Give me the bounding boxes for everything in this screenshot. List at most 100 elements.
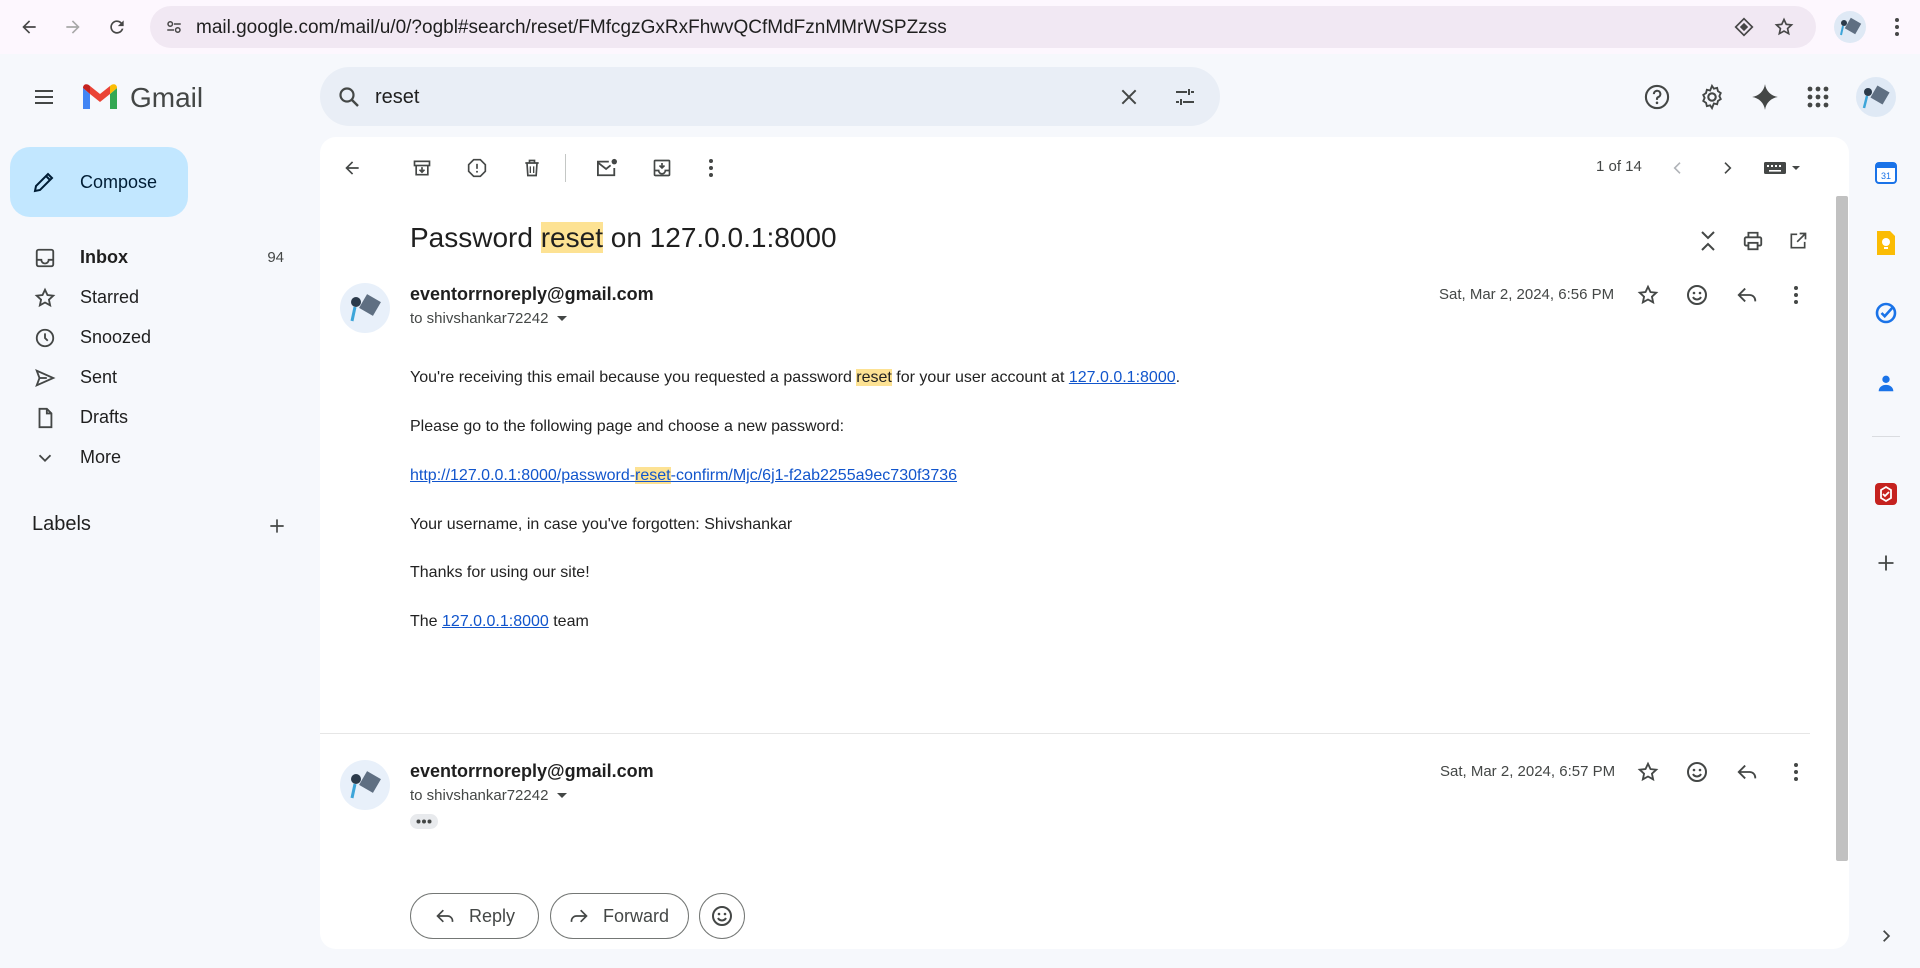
message-pane <box>320 137 1849 949</box>
tasks-app-icon[interactable] <box>1870 297 1902 329</box>
pencil-icon <box>32 170 56 194</box>
reply-arrow-icon[interactable] <box>1729 277 1765 313</box>
sidebar-item-label: Drafts <box>80 407 129 427</box>
apps-grid-icon[interactable] <box>1798 77 1838 117</box>
recipient-details-dropdown-icon[interactable] <box>556 792 568 800</box>
move-to-icon[interactable] <box>644 150 680 186</box>
account-avatar[interactable] <box>1856 77 1896 117</box>
help-icon[interactable] <box>1637 77 1677 117</box>
sidebar-item-label: Sent <box>80 367 118 387</box>
addon-app-icon[interactable] <box>1870 478 1902 510</box>
print-icon[interactable] <box>1736 223 1770 259</box>
browser-forward-icon[interactable] <box>56 10 90 44</box>
password-reset-link[interactable]: http://127.0.0.1:8000/password-reset-con… <box>410 467 957 485</box>
subject-search-highlight: reset <box>540 222 603 253</box>
sender-avatar <box>340 760 390 810</box>
search-options-icon[interactable] <box>1165 78 1205 116</box>
extension-icon[interactable] <box>1730 13 1758 41</box>
add-reaction-emoji-icon[interactable] <box>1679 754 1715 790</box>
body-text: team <box>548 613 589 630</box>
sidebar-item-label: More <box>80 447 122 467</box>
report-spam-icon[interactable] <box>459 150 495 186</box>
message-more-options-icon[interactable] <box>1780 754 1812 790</box>
forward-button[interactable]: Forward <box>550 893 689 939</box>
main-menu-icon[interactable] <box>24 77 64 117</box>
show-trimmed-content-button[interactable] <box>410 814 438 829</box>
reply-button[interactable]: Reply <box>410 893 539 939</box>
collapse-all-icon[interactable] <box>1692 223 1724 259</box>
browser-back-icon[interactable] <box>12 10 46 44</box>
side-panel-divider <box>1872 436 1900 437</box>
bookmark-star-icon[interactable] <box>1770 13 1798 41</box>
star-message-icon[interactable] <box>1630 754 1666 790</box>
search-input[interactable]: reset <box>375 86 419 109</box>
keep-app-icon[interactable] <box>1870 227 1902 259</box>
browser-menu-icon[interactable] <box>1882 10 1912 44</box>
gmail-logo[interactable] <box>80 82 120 114</box>
emoji-react-button[interactable] <box>699 893 745 939</box>
add-label-icon[interactable] <box>262 511 292 541</box>
show-side-panel-chevron-icon[interactable] <box>1870 920 1902 952</box>
address-url: mail.google.com/mail/u/0/?ogbl#search/re… <box>196 17 947 38</box>
email-body-paragraph: The 127.0.0.1:8000 team <box>410 613 589 631</box>
smiley-icon <box>710 904 734 928</box>
reply-arrow-icon[interactable] <box>1729 754 1765 790</box>
input-tools-keyboard-icon[interactable] <box>1758 150 1808 186</box>
sidebar-item-label: Starred <box>80 287 140 307</box>
sidebar-item-label: Snoozed <box>80 327 152 347</box>
newer-chevron-left-icon[interactable] <box>1661 150 1695 186</box>
delete-trash-icon[interactable] <box>514 150 550 186</box>
sidebar-item-more[interactable]: More <box>0 437 290 477</box>
sender-email[interactable]: eventorrnoreply@gmail.com <box>410 761 654 782</box>
search-icon[interactable] <box>330 78 368 116</box>
sidebar-item-snoozed[interactable]: Snoozed <box>0 317 290 357</box>
sidebar-item-drafts[interactable]: Drafts <box>0 397 290 437</box>
older-chevron-right-icon[interactable] <box>1710 150 1744 186</box>
site-link[interactable]: 127.0.0.1:8000 <box>442 613 549 630</box>
inbox-unread-count: 94 <box>267 249 284 266</box>
scrollbar-thumb[interactable] <box>1836 196 1848 861</box>
pagination-text: 1 of 14 <box>1596 158 1642 175</box>
draft-file-icon <box>34 407 56 429</box>
reply-icon <box>435 906 455 926</box>
sender-avatar <box>340 283 390 333</box>
search-bar[interactable] <box>320 67 1220 126</box>
open-new-window-icon[interactable] <box>1781 223 1815 259</box>
recipient-text: to shivshankar72242 <box>410 787 549 804</box>
contacts-app-icon[interactable] <box>1870 367 1902 399</box>
forward-icon <box>569 906 589 926</box>
add-reaction-emoji-icon[interactable] <box>1679 277 1715 313</box>
compose-label: Compose <box>80 172 158 192</box>
gemini-sparkle-icon[interactable] <box>1745 77 1785 117</box>
browser-reload-icon[interactable] <box>100 10 134 44</box>
recipient-details-dropdown-icon[interactable] <box>556 315 568 323</box>
sidebar-item-sent[interactable]: Sent <box>0 357 290 397</box>
recipient-line[interactable]: to shivshankar72242 <box>410 787 568 804</box>
sidebar-item-inbox[interactable]: Inbox 94 <box>0 237 290 277</box>
star-icon <box>34 287 56 309</box>
settings-gear-icon[interactable] <box>1692 77 1732 117</box>
back-to-search-icon[interactable] <box>334 150 370 186</box>
get-addons-plus-icon[interactable] <box>1870 547 1902 579</box>
gmail-wordmark: Gmail <box>130 82 204 113</box>
recipient-line[interactable]: to shivshankar72242 <box>410 310 568 327</box>
sender-email[interactable]: eventorrnoreply@gmail.com <box>410 284 654 305</box>
search-highlight: reset <box>635 467 671 484</box>
clear-search-icon[interactable] <box>1110 78 1148 116</box>
browser-profile-avatar[interactable] <box>1834 11 1866 43</box>
reset-link-text[interactable]: http://127.0.0.1:8000/password-reset-con… <box>410 467 957 484</box>
reply-label: Reply <box>469 905 516 926</box>
star-message-icon[interactable] <box>1630 277 1666 313</box>
calendar-app-icon[interactable]: 31 <box>1870 157 1902 189</box>
subject-text: on 127.0.0.1:8000 <box>602 222 837 253</box>
sidebar-item-starred[interactable]: Starred <box>0 277 290 317</box>
subject-text: Password <box>410 222 541 253</box>
site-info-icon[interactable] <box>160 13 188 41</box>
more-options-icon[interactable] <box>696 150 726 186</box>
archive-icon[interactable] <box>404 150 440 186</box>
mark-unread-icon[interactable] <box>589 150 625 186</box>
sidebar-item-label: Inbox <box>80 247 128 267</box>
message-more-options-icon[interactable] <box>1780 277 1812 313</box>
site-link[interactable]: 127.0.0.1:8000 <box>1069 369 1176 386</box>
chevron-down-icon <box>34 447 56 469</box>
